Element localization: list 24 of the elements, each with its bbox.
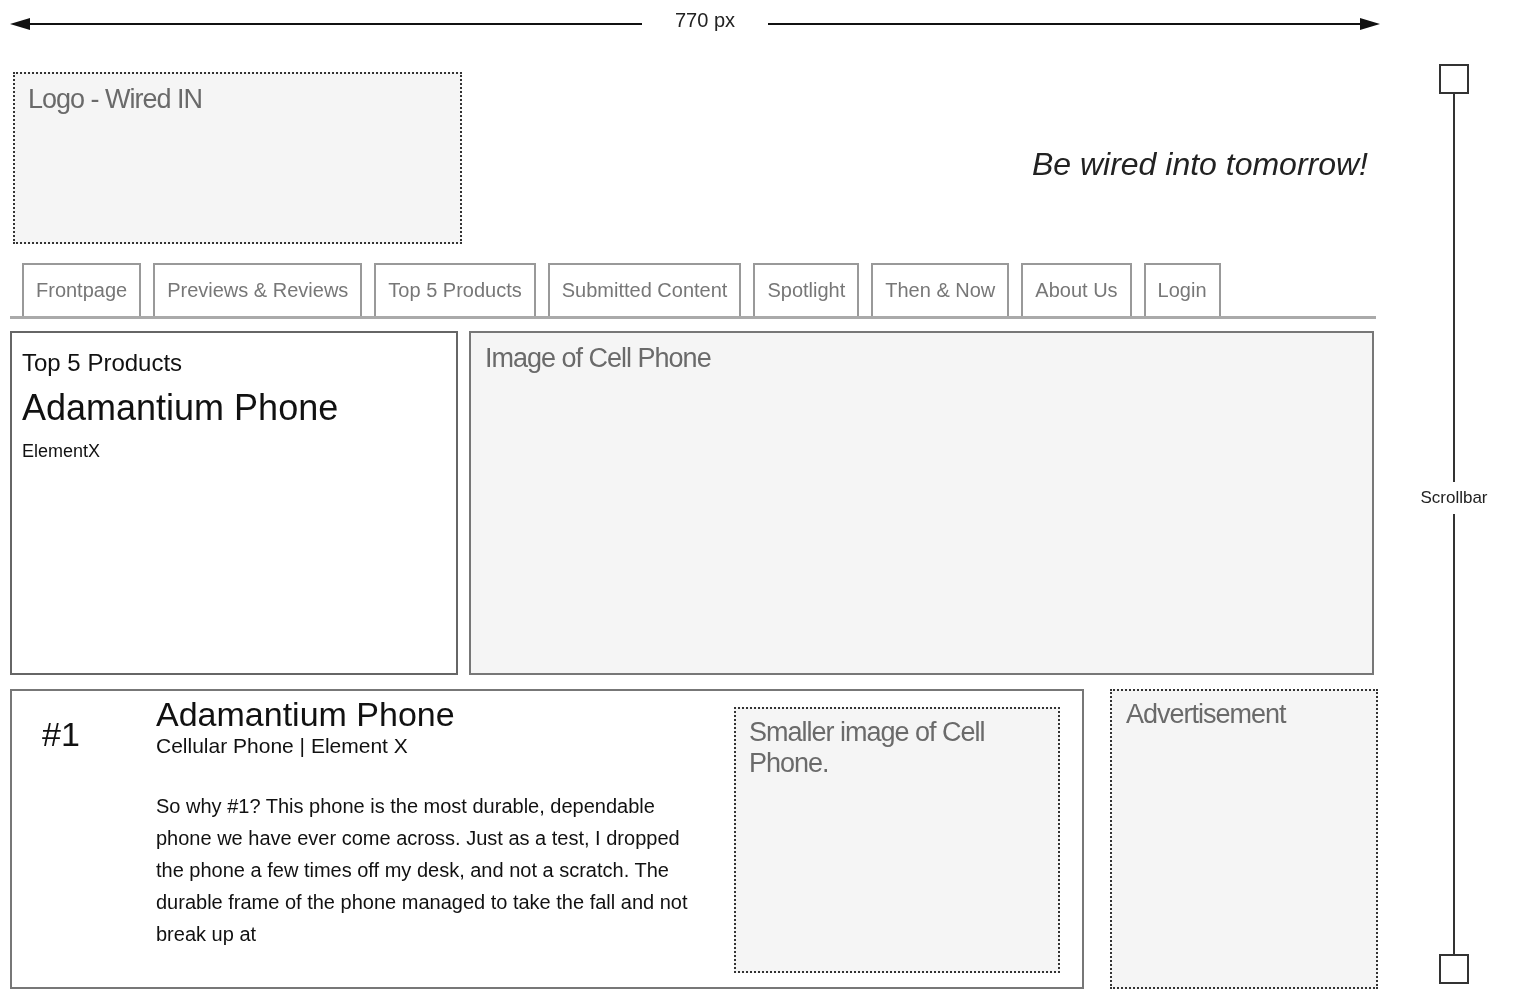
placeholder-label: Image of Cell Phone <box>485 343 711 374</box>
scroll-button[interactable] <box>1439 64 1469 94</box>
product-maker: ElementX <box>22 441 102 462</box>
product-title: Adamantium Phone <box>22 387 340 429</box>
nav-tab[interactable]: Submitted Content <box>547 263 742 316</box>
product-title: Adamantium Phone <box>156 695 456 734</box>
rank-number: #1 <box>42 715 81 755</box>
scrollbar-label: Scrollbar <box>1420 488 1488 508</box>
placeholder-label: Advertisement <box>1126 699 1286 730</box>
nav-tab[interactable]: Then & Now <box>871 263 1010 316</box>
width-label: 770 px <box>673 8 737 32</box>
nav-tab[interactable]: Top 5 Products <box>374 263 536 316</box>
scroll-button[interactable] <box>1439 954 1469 984</box>
nav-tab[interactable]: About Us <box>1021 263 1132 316</box>
section-heading: Top 5 Products <box>22 349 184 377</box>
nav-tab[interactable]: Login <box>1143 263 1221 316</box>
product-subtitle: Cellular Phone | Element X <box>156 734 409 758</box>
tagline: Be wired into tomorrow! <box>1030 145 1369 183</box>
placeholder-label: Logo - Wired IN <box>28 84 203 115</box>
review-paragraph: So why #1? This phone is the most durable, dependable phone we have ever come across. Just as a test, I dropped the phone a few times off my desk, and not a scratch. The durable frame of the phone managed to take the fall and not break up at <box>156 794 689 947</box>
nav-tab[interactable]: Frontpage <box>22 263 142 316</box>
nav-tab[interactable]: Spotlight <box>753 263 860 316</box>
nav-tab[interactable]: Previews & Reviews <box>153 263 363 316</box>
placeholder-label: Smaller image of Cell Phone. <box>749 717 986 779</box>
